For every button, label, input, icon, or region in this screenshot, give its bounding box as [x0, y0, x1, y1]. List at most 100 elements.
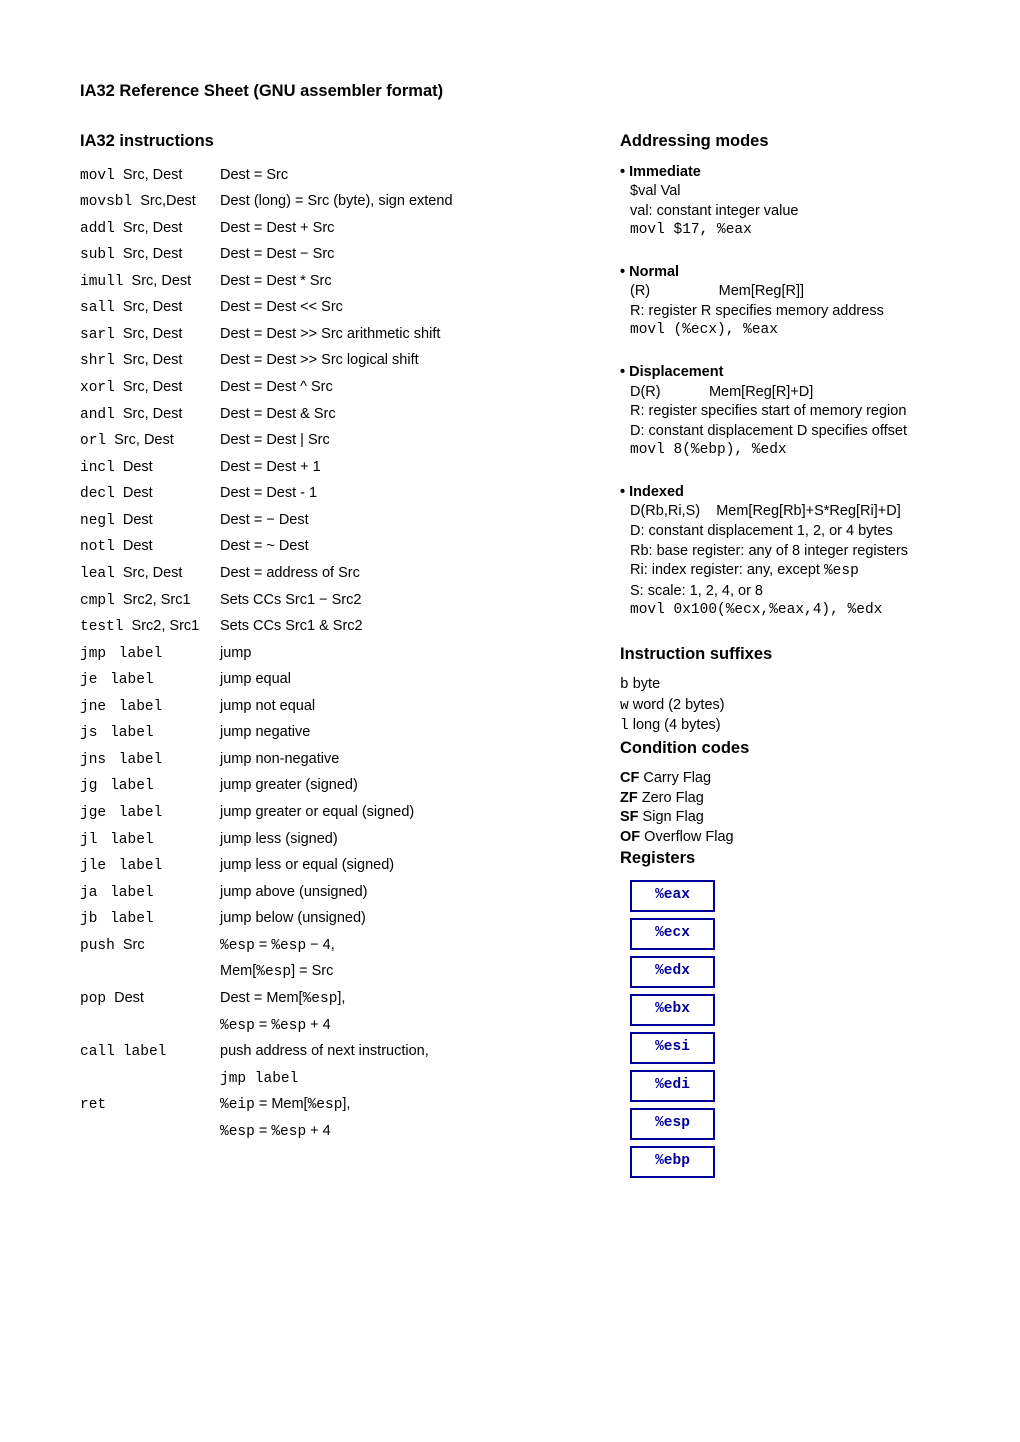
- desc: Sets CCs Src1 & Src2: [220, 614, 560, 641]
- register-box: %edx: [630, 956, 715, 988]
- reg: %esp: [220, 1018, 255, 1034]
- args: label: [110, 699, 162, 715]
- list-item: w word (2 bytes): [620, 696, 940, 717]
- cc-heading: Condition codes: [620, 737, 940, 759]
- args: Dest: [119, 512, 153, 528]
- args: Src2, Src1: [128, 618, 200, 634]
- args: label: [110, 752, 162, 768]
- table-row: jge label jump greater or equal (signed): [80, 800, 560, 827]
- op: jne: [80, 699, 106, 715]
- reg: %esp: [303, 991, 338, 1007]
- op: jb: [80, 911, 97, 927]
- suffix-list: b bytew word (2 bytes)l long (4 bytes): [620, 675, 940, 737]
- table-row: xorl Src, DestDest = Dest ^ Src: [80, 375, 560, 402]
- desc: Dest = Src: [220, 163, 560, 190]
- cc-code: CF: [620, 770, 639, 786]
- op: sall: [80, 300, 115, 316]
- op: cmpl: [80, 593, 115, 609]
- table-row: shrl Src, DestDest = Dest >> Src logical…: [80, 348, 560, 375]
- table-row: sarl Src, DestDest = Dest >> Src arithme…: [80, 322, 560, 349]
- args: Src, Dest: [119, 299, 183, 315]
- reg: %esp: [256, 964, 291, 980]
- addr-line: val: constant integer value: [630, 202, 940, 222]
- op: jge: [80, 805, 106, 821]
- reg: %esp: [271, 1018, 306, 1034]
- addr-mode-title: Indexed: [629, 484, 684, 500]
- op: je: [80, 672, 97, 688]
- cc-desc: Overflow Flag: [640, 829, 733, 845]
- addr-line: S: scale: 1, 2, 4, or 8: [630, 582, 940, 602]
- suffix-desc: byte: [629, 676, 660, 692]
- op: subl: [80, 247, 115, 263]
- op: notl: [80, 539, 115, 555]
- args: Src, Dest: [119, 246, 183, 262]
- desc: Dest = Dest - 1: [220, 481, 560, 508]
- reg: %esp: [271, 1124, 306, 1140]
- desc: Dest = Dest + 1: [220, 455, 560, 482]
- cc-code: SF: [620, 809, 639, 825]
- args: Src, Dest: [119, 379, 183, 395]
- page-title: IA32 Reference Sheet (GNU assembler form…: [80, 80, 940, 102]
- op: jns: [80, 752, 106, 768]
- reg: %eip: [220, 1097, 255, 1113]
- desc: Dest = − Dest: [220, 508, 560, 535]
- addr-line: D(Rb,Ri,S) Mem[Reg[Rb]+S*Reg[Ri]+D]: [630, 502, 940, 522]
- table-row: push Src %esp = %esp − 4,: [80, 933, 560, 960]
- op: sarl: [80, 327, 115, 343]
- addr-line: $val Val: [630, 182, 940, 202]
- table-row: %esp = %esp + 4: [80, 1013, 560, 1040]
- op: orl: [80, 433, 106, 449]
- addressing-heading: Addressing modes: [620, 130, 940, 152]
- desc: Dest = address of Src: [220, 561, 560, 588]
- desc: jump negative: [220, 720, 560, 747]
- addr-line: D: constant displacement D specifies off…: [630, 422, 940, 442]
- table-row: imull Src, DestDest = Dest * Src: [80, 269, 560, 296]
- table-row: jmp labeljump: [80, 641, 560, 668]
- op: js: [80, 725, 97, 741]
- args: Src, Dest: [119, 406, 183, 422]
- args: label: [110, 805, 162, 821]
- args: label: [101, 885, 153, 901]
- desc: Dest = ~ Dest: [220, 534, 560, 561]
- args: label: [101, 911, 153, 927]
- args: Src, Dest: [119, 220, 183, 236]
- args: Dest: [114, 990, 144, 1006]
- table-row: leal Src, DestDest = address of Src: [80, 561, 560, 588]
- op: testl: [80, 619, 124, 635]
- table-row: jmp label: [80, 1066, 560, 1093]
- addr-line: (R) Mem[Reg[R]]: [630, 282, 940, 302]
- table-row: pop Dest Dest = Mem[%esp],: [80, 986, 560, 1013]
- desc: push address of next instruction,: [220, 1039, 560, 1066]
- cc-list: CF Carry FlagZF Zero FlagSF Sign FlagOF …: [620, 769, 940, 847]
- addr-line: D(R) Mem[Reg[R]+D]: [630, 383, 940, 403]
- list-item: ZF Zero Flag: [620, 789, 940, 809]
- table-row: notl DestDest = ~ Dest: [80, 534, 560, 561]
- register-box: %eax: [630, 880, 715, 912]
- table-row: je labeljump equal: [80, 667, 560, 694]
- register-box: %ebx: [630, 994, 715, 1026]
- table-row: Mem[%esp] = Src: [80, 959, 560, 986]
- desc: jump equal: [220, 667, 560, 694]
- desc: jump greater or equal (signed): [220, 800, 560, 827]
- table-row: movl Src, DestDest = Src: [80, 163, 560, 190]
- addr-line: R: register R specifies memory address: [630, 302, 940, 322]
- cc-desc: Sign Flag: [639, 809, 704, 825]
- reg: %esp: [271, 938, 306, 954]
- table-row: ret %eip = Mem[%esp],: [80, 1092, 560, 1119]
- op: jg: [80, 778, 97, 794]
- args: Dest: [119, 459, 153, 475]
- desc: Sets CCs Src1 − Src2: [220, 588, 560, 615]
- op: leal: [80, 566, 115, 582]
- list-item: OF Overflow Flag: [620, 828, 940, 848]
- cc-code: ZF: [620, 790, 638, 806]
- instructions-heading: IA32 instructions: [80, 130, 560, 152]
- args: Src, Dest: [128, 273, 192, 289]
- desc: jump greater (signed): [220, 773, 560, 800]
- op: movsbl: [80, 194, 132, 210]
- table-row: cmpl Src2, Src1Sets CCs Src1 − Src2: [80, 588, 560, 615]
- table-row: subl Src, Dest Dest = Dest − Src: [80, 242, 560, 269]
- addr-mode-title: Normal: [629, 264, 679, 280]
- table-row: jle labeljump less or equal (signed): [80, 853, 560, 880]
- table-row: jl labeljump less (signed): [80, 827, 560, 854]
- desc: Dest = Dest − Src: [220, 242, 560, 269]
